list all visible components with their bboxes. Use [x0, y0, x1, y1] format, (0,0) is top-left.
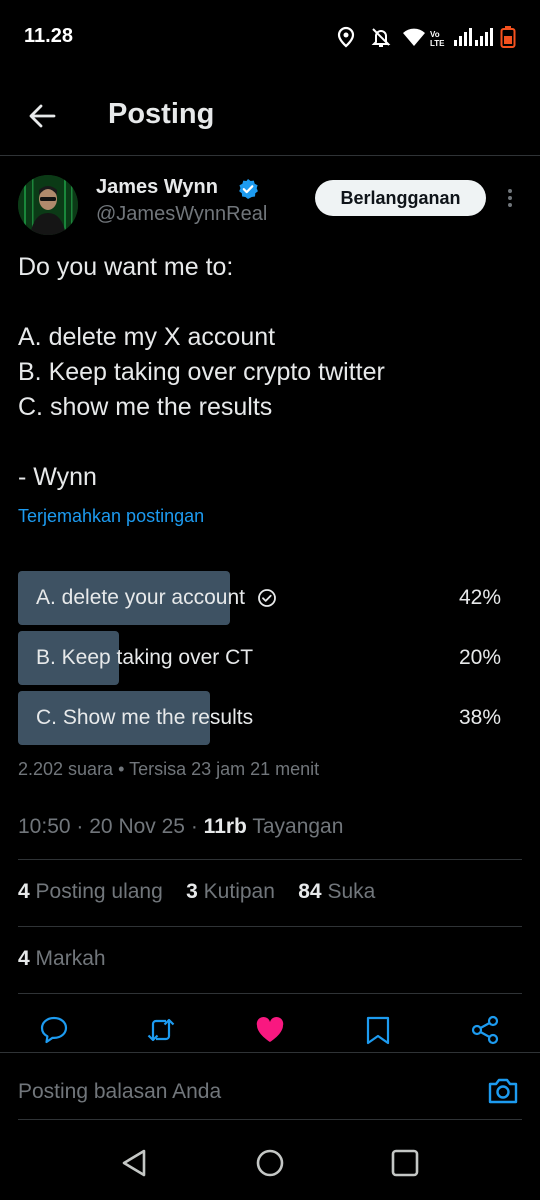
- alarm-off-icon: [371, 28, 391, 47]
- poll-option-text: A. delete your account: [36, 586, 245, 609]
- tweet-line: B. Keep taking over crypto twitter: [18, 358, 385, 386]
- poll-option-text: C. Show me the results: [36, 706, 254, 729]
- divider: [0, 1052, 540, 1053]
- poll-option-label: B. Keep taking over CT: [36, 646, 253, 670]
- translate-link[interactable]: Terjemahkan postingan: [18, 506, 204, 527]
- author-name[interactable]: James Wynn: [96, 176, 218, 199]
- avatar-image: [18, 175, 78, 235]
- poll-meta: 2.202 suara • Tersisa 23 jam 21 menit: [18, 759, 319, 780]
- bookmarks-link[interactable]: 4 Markah: [18, 947, 106, 971]
- poll-option[interactable]: A. delete your account 42%: [18, 571, 523, 625]
- location-icon: [337, 26, 355, 48]
- tweet-line: A. delete my X account: [18, 323, 276, 351]
- signal-icon: [475, 28, 493, 46]
- poll-option-percent: 38%: [458, 706, 501, 729]
- poll-option[interactable]: B. Keep taking over CT 20%: [18, 631, 523, 685]
- volte-icon: Vo LTE: [430, 30, 445, 48]
- tweet-text: Do you want me to: A. delete my X accoun…: [18, 250, 523, 495]
- divider: [18, 1119, 522, 1120]
- post-time: 10:50: [18, 815, 71, 838]
- timestamp-line: 10:50 · 20 Nov 25 · 11rb Tayangan: [18, 815, 343, 839]
- engagement-stats: 4 Posting ulang 3 Kutipan 84 Suka: [18, 880, 375, 904]
- check-circle-icon: [258, 589, 276, 607]
- likes-count: 84: [298, 880, 322, 903]
- quotes-count: 3: [186, 880, 198, 903]
- poll-votes: 2.202 suara: [18, 759, 114, 779]
- back-button[interactable]: [22, 96, 62, 136]
- reposts-count: 4: [18, 880, 30, 903]
- home-circle-icon[interactable]: [254, 1147, 286, 1179]
- bookmarks-count: 4: [18, 947, 30, 970]
- tweet-line: [18, 425, 523, 460]
- poll-option-text: B. Keep taking over CT: [36, 646, 254, 669]
- reply-icon[interactable]: [39, 1015, 69, 1045]
- battery-icon: [500, 26, 516, 48]
- camera-icon[interactable]: [486, 1074, 520, 1108]
- poll-option-label: C. Show me the results: [36, 706, 253, 730]
- repost-icon[interactable]: [146, 1015, 176, 1045]
- views-link[interactable]: 11rb Tayangan: [204, 815, 344, 838]
- poll-option[interactable]: C. Show me the results 38%: [18, 691, 523, 745]
- poll-separator: •: [118, 759, 125, 779]
- bookmarks-label: Markah: [35, 947, 106, 970]
- status-time: 11.28: [24, 25, 73, 47]
- share-icon[interactable]: [470, 1015, 500, 1045]
- poll-option-label: A. delete your account: [36, 586, 277, 610]
- poll-time-left: Tersisa 23 jam 21 menit: [129, 759, 320, 779]
- status-bar: 11.28 Vo LTE: [0, 0, 540, 72]
- poll-option-percent: 20%: [458, 646, 501, 669]
- quotes-label: Kutipan: [203, 880, 275, 903]
- like-icon[interactable]: [255, 1015, 285, 1045]
- tweet-line: Do you want me to:: [18, 253, 234, 281]
- header-divider: [0, 155, 540, 156]
- author-handle[interactable]: @JamesWynnReal: [96, 203, 267, 226]
- page-title: Posting: [108, 98, 215, 130]
- views-label: Tayangan: [252, 815, 344, 838]
- divider: [18, 859, 522, 860]
- reposts-label: Posting ulang: [35, 880, 163, 903]
- post-date: 20 Nov 25: [89, 815, 185, 838]
- divider: [18, 993, 522, 994]
- subscribe-button[interactable]: Berlangganan: [315, 180, 486, 216]
- likes-link[interactable]: 84 Suka: [298, 880, 375, 903]
- views-count: 11rb: [203, 815, 247, 838]
- likes-label: Suka: [327, 880, 376, 903]
- quotes-link[interactable]: 3 Kutipan: [186, 880, 275, 903]
- tweet-line: [18, 285, 523, 320]
- recents-square-icon[interactable]: [389, 1147, 421, 1179]
- signal-icon: [454, 28, 472, 46]
- meta-separator: ·: [190, 815, 198, 838]
- verified-icon: [239, 179, 258, 199]
- bookmark-icon[interactable]: [363, 1015, 393, 1045]
- divider: [18, 926, 522, 927]
- arrow-left-icon: [29, 104, 56, 128]
- poll-option-percent: 42%: [458, 586, 501, 609]
- meta-separator: ·: [76, 815, 84, 838]
- tweet-line: C. show me the results: [18, 393, 273, 421]
- reposts-link[interactable]: 4 Posting ulang: [18, 880, 163, 903]
- wifi-icon: [403, 28, 425, 46]
- tweet-line: - Wynn: [18, 463, 97, 491]
- more-options-icon[interactable]: [500, 186, 520, 210]
- reply-input[interactable]: [18, 1076, 458, 1108]
- back-triangle-icon[interactable]: [118, 1147, 150, 1179]
- avatar[interactable]: [18, 175, 78, 235]
